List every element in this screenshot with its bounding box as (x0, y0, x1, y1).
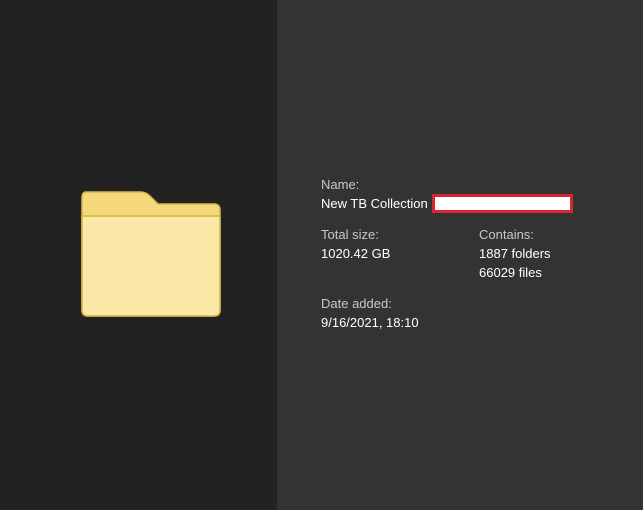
contains-files: 66029 files (479, 265, 542, 280)
contains-block: Contains: 1887 folders 66029 files (479, 225, 551, 282)
folder-icon (81, 191, 221, 317)
name-label: Name: (321, 177, 360, 192)
contains-folders: 1887 folders (479, 246, 551, 261)
preview-pane (0, 0, 277, 510)
date-added-block: Date added: 9/16/2021, 18:10 (321, 294, 419, 332)
redaction-box (431, 194, 573, 213)
date-added-label: Date added: (321, 296, 392, 311)
details-view: Name: New TB Collection Total size: 1020… (0, 0, 643, 510)
total-size-block: Total size: 1020.42 GB (321, 225, 390, 263)
date-added-value: 9/16/2021, 18:10 (321, 315, 419, 330)
name-value: New TB Collection (321, 196, 428, 211)
total-size-label: Total size: (321, 227, 379, 242)
name-block: Name: New TB Collection (321, 175, 573, 213)
total-size-value: 1020.42 GB (321, 246, 391, 261)
contains-label: Contains: (479, 227, 534, 242)
name-row: New TB Collection (321, 194, 573, 213)
